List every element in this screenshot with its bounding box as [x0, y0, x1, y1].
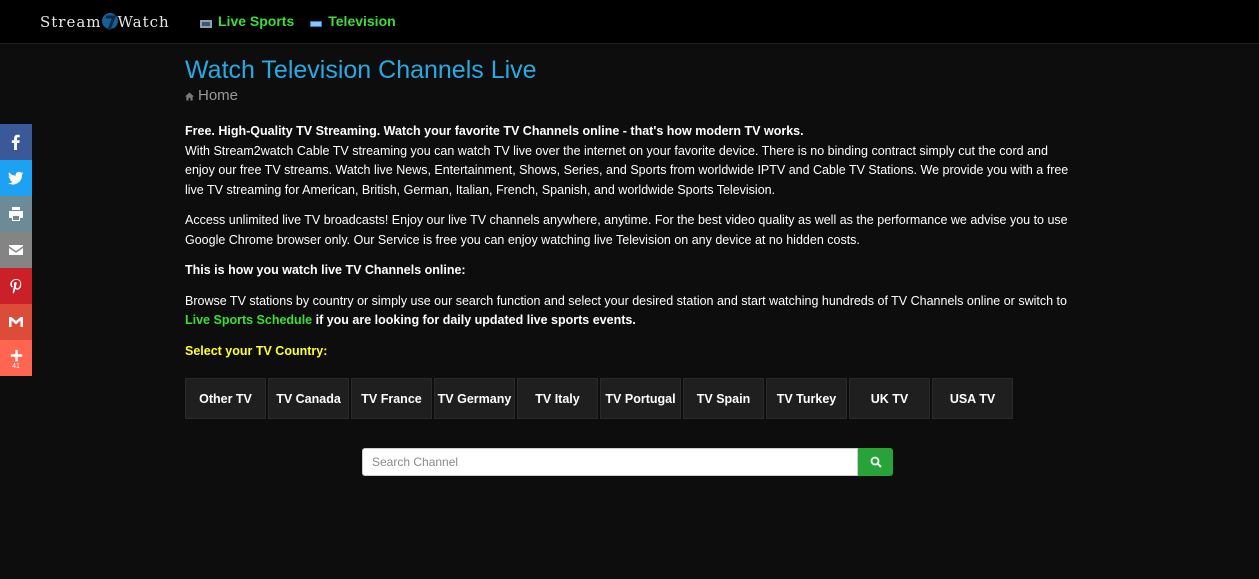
page-title: Watch Television Channels Live: [185, 56, 537, 84]
gmail-icon: [9, 317, 23, 327]
browse-text: Browse TV stations by country or simply …: [185, 293, 1067, 308]
search-button[interactable]: [858, 448, 893, 476]
plus-icon: [10, 349, 22, 361]
breadcrumb: Home: [185, 87, 1080, 105]
channel-search: [362, 448, 893, 476]
logo-text-right: Watch: [117, 13, 170, 31]
country-button-other-tv[interactable]: Other TV: [185, 378, 266, 419]
share-twitter-button[interactable]: [0, 160, 32, 196]
twitter-icon: [8, 171, 24, 185]
howto-heading: This is how you watch live TV Channels o…: [185, 263, 466, 277]
share-more-button[interactable]: 41: [0, 340, 32, 376]
pinterest-icon: [10, 279, 22, 294]
intro-paragraph: Free. High-Quality TV Streaming. Watch y…: [185, 122, 1080, 200]
tv-icon: [310, 16, 323, 27]
share-count: 41: [12, 362, 20, 370]
nav-live-sports-label: Live Sports: [218, 13, 295, 29]
country-button-germany[interactable]: TV Germany: [434, 378, 515, 419]
browse-tail: if you are looking for daily updated liv…: [312, 313, 636, 327]
search-icon: [870, 456, 882, 468]
email-icon: [9, 245, 23, 255]
country-button-italy[interactable]: TV Italy: [517, 378, 598, 419]
browse-paragraph: Browse TV stations by country or simply …: [185, 292, 1080, 331]
main-content: Watch Television Channels Live Home Free…: [185, 55, 1080, 419]
share-email-button[interactable]: [0, 232, 32, 268]
country-button-usa[interactable]: USA TV: [932, 378, 1013, 419]
country-button-spain[interactable]: TV Spain: [683, 378, 764, 419]
intro-heading: Free. High-Quality TV Streaming. Watch y…: [185, 124, 804, 138]
nav-television[interactable]: Television: [310, 13, 396, 29]
logo-mark-icon: [100, 11, 120, 33]
home-icon: [185, 91, 194, 101]
country-button-row: Other TV TV Canada TV France TV Germany …: [185, 378, 1013, 419]
nav-television-label: Television: [328, 13, 396, 29]
country-button-canada[interactable]: TV Canada: [268, 378, 349, 419]
site-logo[interactable]: Stream Watch: [40, 11, 170, 33]
search-input[interactable]: [362, 448, 858, 476]
breadcrumb-home-link[interactable]: Home: [198, 87, 238, 105]
country-button-turkey[interactable]: TV Turkey: [766, 378, 847, 419]
country-button-portugal[interactable]: TV Portugal: [600, 378, 681, 419]
share-pinterest-button[interactable]: [0, 268, 32, 304]
logo-text-left: Stream: [40, 13, 102, 31]
share-print-button[interactable]: [0, 196, 32, 232]
facebook-icon: [11, 134, 20, 150]
top-navbar: Stream Watch Live Sports Television: [0, 0, 1259, 44]
country-button-uk[interactable]: UK TV: [849, 378, 930, 419]
print-icon: [9, 207, 23, 221]
sports-icon: [200, 16, 212, 28]
share-gmail-button[interactable]: [0, 304, 32, 340]
access-paragraph: Access unlimited live TV broadcasts! Enj…: [185, 213, 1068, 247]
share-sidebar: 41: [0, 124, 32, 376]
share-facebook-button[interactable]: [0, 124, 32, 160]
live-sports-schedule-link[interactable]: Live Sports Schedule: [185, 313, 312, 327]
main-nav: Live Sports Television: [200, 13, 396, 29]
country-button-france[interactable]: TV France: [351, 378, 432, 419]
select-country-label: Select your TV Country:: [185, 343, 328, 358]
intro-text: With Stream2watch Cable TV streaming you…: [185, 143, 1069, 197]
nav-live-sports[interactable]: Live Sports: [200, 13, 294, 29]
